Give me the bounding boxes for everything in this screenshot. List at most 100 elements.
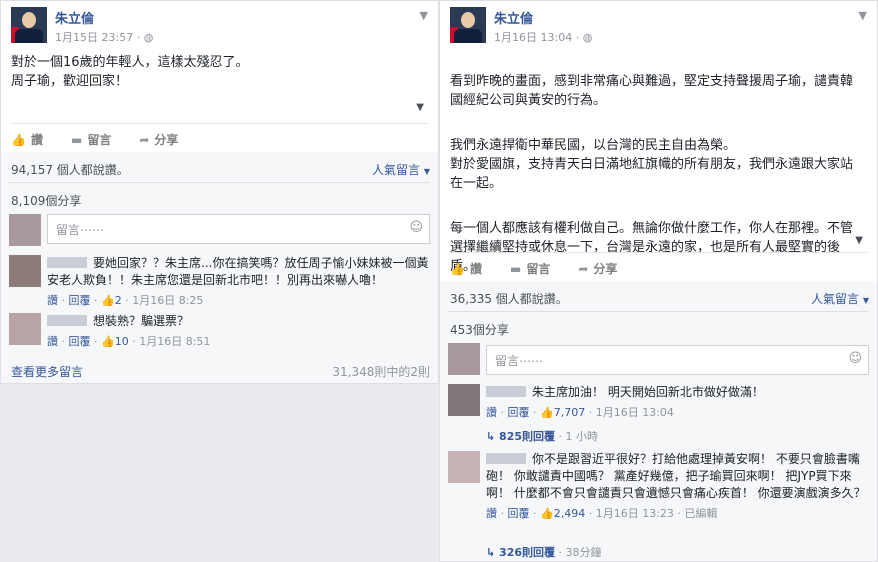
my-avatar — [9, 214, 41, 246]
commenter-name[interactable] — [47, 315, 87, 326]
commenter-avatar[interactable] — [9, 255, 41, 287]
author-avatar[interactable] — [450, 7, 486, 43]
comment-body: 想裝熟？騙選票？ — [47, 313, 430, 330]
comment-reply-link[interactable]: 回覆 — [69, 335, 91, 348]
comment-like-link[interactable]: 讚 — [47, 294, 58, 307]
thumbs-up-icon: 👍 — [450, 261, 465, 276]
post-paragraph: 對於一個16歲的年輕人，這樣太殘忍了。 — [11, 55, 249, 70]
like-count: 10 — [114, 335, 129, 348]
comment-time[interactable]: 1月16日 13:04 — [596, 406, 674, 419]
share-label: 分享 — [154, 133, 179, 147]
globe-icon: ◍ — [143, 31, 154, 44]
comment-reply-link[interactable]: 回覆 — [69, 294, 91, 307]
replies-time: 38分鐘 — [565, 546, 602, 559]
commenter-name[interactable] — [47, 257, 87, 268]
comment-like-link[interactable]: 讚 — [486, 406, 497, 419]
comment-like-count[interactable]: 👍10 — [101, 335, 129, 348]
timestamp-text[interactable]: 1月15日 23:57 · — [55, 31, 144, 44]
share-button[interactable]: ➦ 分享 — [578, 260, 617, 277]
comment-meta: 讚 · 回覆 · 👍2,494 · 1月16日 13:23 · 已編輯 — [486, 507, 718, 520]
author-name[interactable]: 朱立倫 — [55, 8, 94, 27]
like-count: 2 — [114, 294, 122, 307]
speech-bubble-icon: ▬ — [70, 132, 83, 147]
post-options-chevron-icon[interactable]: ▼ — [859, 9, 867, 22]
globe-icon: ◍ — [582, 31, 593, 44]
thumbs-up-icon: 👍 — [11, 132, 26, 147]
comment-label: 留言 — [87, 133, 112, 147]
comment-pagination: 31,348則中的2則 — [332, 365, 430, 379]
commenter-name[interactable] — [486, 453, 526, 464]
comment-button[interactable]: ▬ 留言 — [510, 260, 550, 277]
like-button[interactable]: 👍 讚 — [11, 131, 43, 148]
comment-placeholder: 留言⋯⋯ — [56, 223, 105, 237]
thumbs-up-icon: 👍 — [540, 406, 554, 419]
post-actions: 👍 讚 ▬ 留言 ➦ 分享 — [450, 252, 867, 284]
reply-arrow-icon: ↳ — [486, 546, 500, 559]
post-card-2: 朱立倫 1月16日 13:04 · ◍ ▼ 看到昨晚的畫面，感到非常痛心與難過，… — [439, 0, 878, 562]
view-replies-link[interactable]: ↳ 326則回覆 · 38分鐘 — [486, 544, 602, 560]
comment-time[interactable]: 1月16日 8:25 — [132, 294, 203, 307]
smiley-icon[interactable]: ☺ — [409, 220, 423, 235]
post-header: 朱立倫 1月16日 13:04 · ◍ ▼ — [440, 1, 877, 47]
view-more-comments-link[interactable]: 查看更多留言 — [11, 365, 83, 379]
thumbs-up-icon: 👍 — [540, 507, 554, 520]
comment-button[interactable]: ▬ 留言 — [71, 131, 111, 148]
view-replies-link[interactable]: ↳ 825則回覆 · 1 小時 — [486, 428, 598, 444]
comment-body: 朱主席加油！ 明天開始回新北市做好做滿！ — [486, 384, 869, 401]
post-paragraph: 看到昨晚的畫面，感到非常痛心與難過，堅定支持聲援周子瑜，譴責韓國經紀公司與黃安的… — [450, 74, 854, 108]
post-timestamp[interactable]: 1月16日 13:04 · ◍ — [494, 29, 592, 45]
comment-time[interactable]: 1月16日 8:51 — [139, 335, 210, 348]
comment-label: 留言 — [526, 262, 551, 276]
shares-count[interactable]: 8,109個分享 — [11, 192, 430, 209]
like-button[interactable]: 👍 讚 — [450, 260, 482, 277]
timestamp-text[interactable]: 1月16日 13:04 · — [494, 31, 583, 44]
comment-like-count[interactable]: 👍2,494 — [540, 507, 585, 520]
comment-reply-link[interactable]: 回覆 — [508, 406, 530, 419]
share-arrow-icon: ➦ — [578, 261, 589, 276]
smiley-icon[interactable]: ☺ — [848, 351, 862, 366]
likes-count[interactable]: 94,157 個人都說讚。 — [11, 163, 129, 177]
post-dropdown-icon[interactable]: ▼ — [416, 102, 424, 113]
replies-count: 326則回覆 — [499, 546, 556, 559]
post-paragraph: 周子瑜，歡迎回家！ — [11, 74, 129, 89]
comment-like-link[interactable]: 讚 — [486, 507, 497, 520]
post-header: 朱立倫 1月15日 23:57 · ◍ ▼ — [1, 1, 438, 47]
post-timestamp[interactable]: 1月15日 23:57 · ◍ — [55, 29, 153, 45]
post-options-chevron-icon[interactable]: ▼ — [420, 9, 428, 22]
author-name[interactable]: 朱立倫 — [494, 8, 533, 27]
like-count: 2,494 — [553, 507, 586, 520]
comment-input[interactable]: 留言⋯⋯ ☺ — [486, 345, 869, 375]
comment-text: 要她回家？？朱主席...你在搞笑嗎？放任周子愉小妹妹被一個黃安老人欺負！！朱主席… — [47, 256, 429, 287]
shares-count[interactable]: 453個分享 — [450, 321, 869, 338]
sort-dropdown[interactable]: 人氣留言 ▼ — [372, 161, 430, 178]
comment-like-count[interactable]: 👍2 — [101, 294, 122, 307]
author-avatar[interactable] — [11, 7, 47, 43]
like-label: 讚 — [469, 262, 482, 276]
comment-meta: 讚 · 回覆 · 👍7,707 · 1月16日 13:04 — [486, 406, 674, 419]
commenter-name[interactable] — [486, 386, 526, 397]
edited-label[interactable]: 已編輯 — [684, 507, 717, 520]
commenter-avatar[interactable] — [9, 313, 41, 345]
commenter-avatar[interactable] — [448, 451, 480, 483]
comments-area: 36,335 個人都說讚。 人氣留言 ▼ 453個分享 留言⋯⋯ ☺ 朱主席加油！… — [440, 281, 877, 561]
commenter-avatar[interactable] — [448, 384, 480, 416]
comment-meta: 讚 · 回覆 · 👍10 · 1月16日 8:51 — [47, 335, 211, 348]
comment-like-count[interactable]: 👍7,707 — [540, 406, 585, 419]
comment-text: 想裝熟？騙選票？ — [93, 314, 190, 328]
thumbs-up-icon: 👍 — [101, 294, 115, 307]
my-avatar — [448, 343, 480, 375]
comment-like-link[interactable]: 讚 — [47, 335, 58, 348]
comment-reply-link[interactable]: 回覆 — [508, 507, 530, 520]
caret-down-icon: ▼ — [862, 296, 869, 305]
post-dropdown-icon[interactable]: ▼ — [855, 235, 863, 246]
more-comments-row: 查看更多留言 31,348則中的2則 — [11, 363, 430, 380]
comment-input[interactable]: 留言⋯⋯ ☺ — [47, 214, 430, 244]
comment-text: 朱主席加油！ 明天開始回新北市做好做滿！ — [532, 385, 764, 399]
share-button[interactable]: ➦ 分享 — [139, 131, 178, 148]
likes-count[interactable]: 36,335 個人都說讚。 — [450, 292, 568, 306]
comment-meta: 讚 · 回覆 · 👍2 · 1月16日 8:25 — [47, 294, 204, 307]
replies-time: 1 小時 — [565, 430, 599, 443]
share-label: 分享 — [593, 262, 618, 276]
sort-dropdown[interactable]: 人氣留言 ▼ — [811, 290, 869, 307]
comment-time[interactable]: 1月16日 13:23 — [596, 507, 674, 520]
